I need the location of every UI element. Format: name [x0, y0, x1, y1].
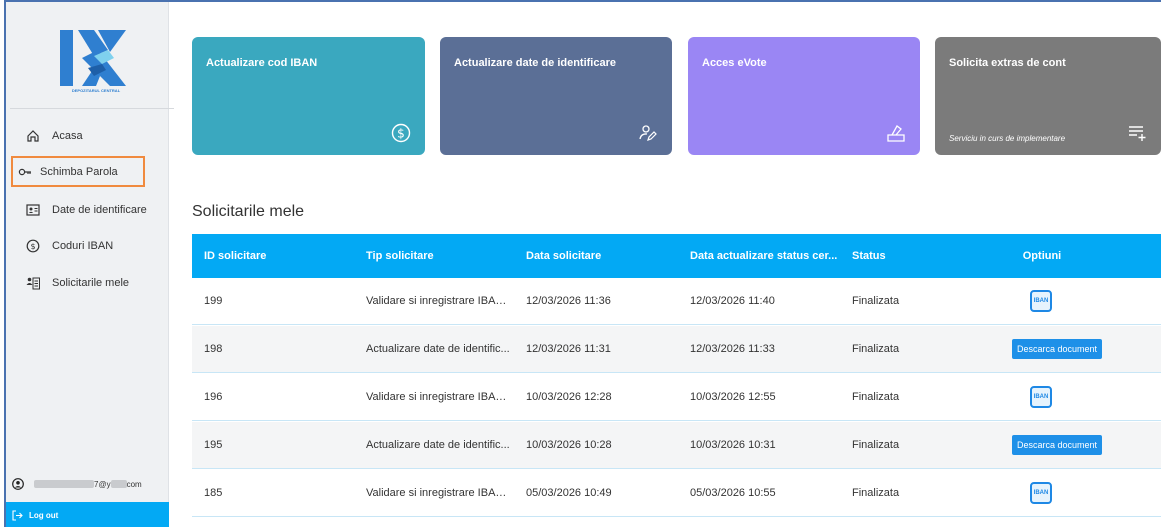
section-title: Solicitarile mele — [192, 203, 305, 220]
column-header-status[interactable]: Status — [852, 234, 972, 278]
cell-optiuni: IBAN — [1012, 470, 1122, 516]
email-redacted — [34, 480, 94, 488]
cell-id: 199 — [204, 295, 223, 307]
table-row: 198 Actualizare date de identific... 12/… — [192, 326, 1161, 373]
svg-text:$: $ — [30, 242, 35, 251]
sidebar: DEPOZITARUL CENTRAL Acasa Schimba Parola… — [6, 2, 174, 527]
card-title: Actualizare cod IBAN — [206, 57, 318, 69]
sidebar-item-schimba-parola[interactable]: Schimba Parola — [11, 156, 145, 187]
card-solicita-extras[interactable]: Solicita extras de cont Serviciu in curs… — [935, 37, 1161, 155]
cell-optiuni: IBAN — [1012, 278, 1122, 324]
table-header: ID solicitare Tip solicitare Data solici… — [192, 234, 1161, 278]
logout-label: Log out — [29, 511, 59, 520]
column-header-data[interactable]: Data solicitare — [526, 234, 676, 278]
cell-tip: Validare si inregistrare IBAN... — [366, 374, 510, 420]
cell-tip: Validare si inregistrare IBAN... — [366, 278, 510, 324]
card-note: Serviciu in curs de implementare — [949, 134, 1066, 143]
logout-icon — [12, 510, 23, 521]
sidebar-item-label: Date de identificare — [52, 204, 147, 216]
cell-data: 10/03/2026 12:28 — [526, 391, 612, 403]
table-row: 195 Actualizare date de identific... 10/… — [192, 422, 1161, 469]
iban-icon[interactable]: IBAN — [1030, 482, 1052, 504]
card-title: Actualizare date de identificare — [454, 57, 616, 69]
depozitarul-central-logo[interactable]: DEPOZITARUL CENTRAL — [58, 28, 130, 100]
cell-data-actualizare: 10/03/2026 10:31 — [690, 439, 776, 451]
cell-tip: Validare si inregistrare IBAN... — [366, 470, 510, 516]
cell-status: Finalizata — [852, 295, 900, 307]
user-email-fragment: 7@y — [94, 479, 111, 489]
id-card-icon — [26, 203, 40, 217]
sidebar-item-date-identificare[interactable]: Date de identificare — [6, 195, 169, 225]
cell-status: Finalizata — [852, 391, 900, 403]
cell-id: 198 — [204, 343, 223, 355]
cell-optiuni: Descarca document — [1012, 422, 1122, 468]
column-header-id[interactable]: ID solicitare — [204, 234, 354, 278]
ballot-icon — [887, 125, 905, 142]
table-row: 185 Validare si inregistrare IBAN... 05/… — [192, 470, 1161, 517]
requests-icon — [26, 276, 40, 290]
sidebar-item-solicitarile-mele[interactable]: Solicitarile mele — [6, 268, 169, 298]
column-header-tip[interactable]: Tip solicitare — [366, 234, 510, 278]
cell-tip: Actualizare date de identific... — [366, 422, 510, 468]
cell-data: 12/03/2026 11:36 — [526, 295, 611, 307]
cell-data-actualizare: 05/03/2026 10:55 — [690, 487, 776, 499]
logo-text: DEPOZITARUL CENTRAL — [71, 88, 121, 93]
sidebar-item-label: Coduri IBAN — [52, 240, 114, 252]
cell-data: 10/03/2026 10:28 — [526, 439, 612, 451]
column-header-optiuni: Optiuni — [1022, 250, 1062, 262]
cell-tip: Actualizare date de identific... — [366, 326, 510, 372]
iban-icon[interactable]: IBAN — [1030, 386, 1052, 408]
card-actualizare-iban[interactable]: Actualizare cod IBAN $ — [192, 37, 425, 155]
dollar-circle-icon: $ — [391, 123, 411, 143]
cell-tip-text: Validare si inregistrare IBAN... — [366, 391, 510, 403]
download-document-button[interactable]: Descarca document — [1012, 339, 1103, 359]
sidebar-item-acasa[interactable]: Acasa — [6, 121, 169, 151]
sidebar-item-label: Schimba Parola — [40, 165, 118, 178]
logout-button[interactable]: Log out — [6, 502, 169, 527]
card-acces-evote[interactable]: Acces eVote — [688, 37, 920, 155]
card-actualizare-date-identificare[interactable]: Actualizare date de identificare — [440, 37, 672, 155]
cell-tip-text: Actualizare date de identific... — [366, 439, 510, 451]
sidebar-divider — [10, 108, 174, 109]
cell-data-actualizare: 10/03/2026 12:55 — [690, 391, 776, 403]
svg-text:$: $ — [397, 127, 405, 141]
iban-icon[interactable]: IBAN — [1030, 290, 1052, 312]
cell-optiuni: IBAN — [1012, 374, 1122, 420]
cell-status: Finalizata — [852, 343, 900, 355]
cell-status: Finalizata — [852, 439, 900, 451]
cell-data-actualizare: 12/03/2026 11:40 — [690, 295, 775, 307]
table-row: 196 Validare si inregistrare IBAN... 10/… — [192, 374, 1161, 421]
download-document-button[interactable]: Descarca document — [1012, 435, 1103, 455]
list-add-icon — [1129, 126, 1146, 141]
user-account[interactable]: 7@y com — [12, 478, 142, 490]
user-edit-icon — [639, 125, 657, 141]
column-header-data-actualizare[interactable]: Data actualizare status cer... — [690, 234, 840, 278]
sidebar-item-label: Acasa — [52, 130, 83, 142]
email-redacted — [110, 480, 127, 488]
cell-id: 195 — [204, 439, 223, 451]
cell-id: 185 — [204, 487, 223, 499]
cell-tip-text: Validare si inregistrare IBAN... — [366, 487, 510, 499]
user-email-suffix: com — [126, 479, 142, 489]
cell-id: 196 — [204, 391, 223, 403]
card-title: Acces eVote — [702, 57, 767, 69]
card-title: Solicita extras de cont — [949, 57, 1066, 69]
key-icon — [18, 165, 32, 179]
home-icon — [26, 129, 40, 143]
dollar-circle-icon: $ — [26, 239, 40, 253]
cell-data-actualizare: 12/03/2026 11:33 — [690, 343, 775, 355]
cell-optiuni: Descarca document — [1012, 326, 1122, 372]
cell-tip-text: Actualizare date de identific... — [366, 343, 510, 355]
sidebar-item-label: Solicitarile mele — [52, 277, 130, 289]
user-circle-icon — [12, 478, 24, 490]
sidebar-item-coduri-iban[interactable]: $ Coduri IBAN — [6, 231, 169, 261]
table-row: 199 Validare si inregistrare IBAN... 12/… — [192, 278, 1161, 325]
cell-data: 12/03/2026 11:31 — [526, 343, 611, 355]
cell-tip-text: Validare si inregistrare IBAN... — [366, 295, 510, 307]
cell-status: Finalizata — [852, 487, 900, 499]
cell-data: 05/03/2026 10:49 — [526, 487, 612, 499]
